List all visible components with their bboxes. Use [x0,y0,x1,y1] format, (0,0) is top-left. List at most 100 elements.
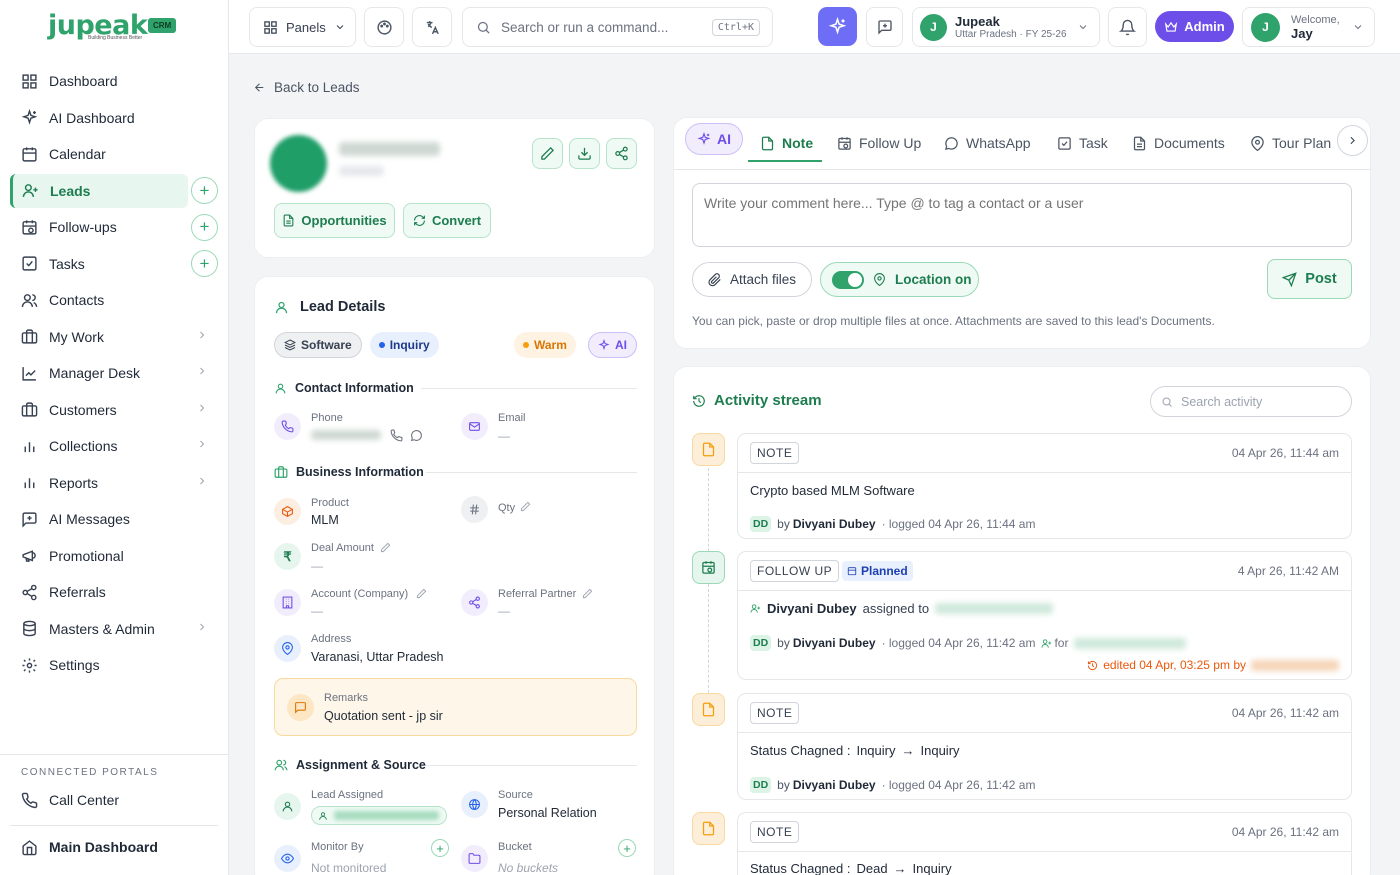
sidebar-item-referrals[interactable]: Referrals [10,575,218,609]
tag-warm[interactable]: Warm [514,332,576,358]
theme-button[interactable] [364,7,404,47]
address-label: Address [311,633,352,645]
back-to-leads-link[interactable]: Back to Leads [253,80,360,95]
activity-item[interactable]: NOTE 04 Apr 26, 11:42 am Status Chagned … [737,693,1352,800]
palette-icon [376,19,392,35]
sidebar-item-label: Referrals [49,584,106,600]
share-icon [461,589,488,616]
briefcase-icon [21,329,38,344]
assignment-line: Divyani Dubey assigned to [750,601,1054,616]
tab-note[interactable]: Note [760,124,813,162]
shortcut-badge: Ctrl+K [711,18,760,36]
pencil-icon[interactable] [582,588,593,599]
remarks-label: Remarks [324,692,369,704]
notifications-button[interactable] [1108,7,1147,47]
tab-documents[interactable]: Documents [1132,124,1225,162]
tab-follow-up[interactable]: Follow Up [837,124,921,162]
product-label: Product [311,497,349,509]
add-monitor-button[interactable]: + [431,839,449,857]
chevron-down-icon [1079,25,1087,30]
sidebar-item-dashboard[interactable]: Dashboard [10,64,218,98]
add-tasks-button[interactable]: + [191,250,218,277]
welcome-text: Welcome, [1291,13,1340,26]
sidebar-item-masters-admin[interactable]: Masters & Admin [10,612,218,646]
calendar-icon [22,146,37,162]
opportunities-button[interactable]: Opportunities [274,203,395,238]
feedback-button[interactable] [866,7,903,47]
tag-software[interactable]: Software [274,332,362,358]
ai-assistant-button[interactable] [818,7,857,46]
briefcase-icon [21,402,38,417]
sidebar-item-main-dashboard[interactable]: Main Dashboard [10,830,218,864]
share-button[interactable] [606,138,637,169]
megaphone-icon [22,550,36,562]
sidebar-item-calendar[interactable]: Calendar [10,137,218,171]
admin-badge[interactable]: Admin [1155,11,1234,42]
translate-button[interactable] [412,7,452,47]
pencil-icon[interactable] [520,501,531,512]
lead-assigned-label: Lead Assigned [311,789,384,801]
activity-item[interactable]: NOTE 04 Apr 26, 11:44 am Crypto based ML… [737,433,1352,539]
tab-task[interactable]: Task [1057,124,1108,162]
sidebar-item-contacts[interactable]: Contacts [10,283,218,317]
sidebar-item-call-center[interactable]: Call Center [10,783,218,817]
activity-item[interactable]: NOTE 04 Apr 26, 11:42 am Status Chagned … [737,812,1352,875]
sidebar-item-collections[interactable]: Collections [10,429,218,463]
sidebar-item-tasks[interactable]: Tasks [10,247,218,281]
sidebar-item-reports[interactable]: Reports [10,466,218,500]
user-icon [275,301,288,313]
pencil-icon[interactable] [416,588,427,599]
edit-button[interactable] [532,138,563,169]
sidebar-item-ai-dashboard[interactable]: AI Dashboard [10,101,218,135]
contact-info-title: Contact Information [274,381,414,395]
activity-time: 04 Apr 26, 11:42 am [1231,825,1339,839]
sidebar-item-my-work[interactable]: My Work [10,320,218,354]
sidebar-item-leads[interactable]: Leads [10,173,188,208]
add-follow-ups-button[interactable]: + [191,213,218,241]
attach-files-button[interactable]: Attach files [692,262,812,297]
folder-icon [461,845,488,872]
command-search[interactable]: Search or run a command... Ctrl+K [462,7,773,47]
location-toggle[interactable]: Location on [820,262,979,297]
layers-icon [284,339,296,351]
add-bucket-button[interactable]: + [618,839,636,857]
phone-icon [274,413,301,440]
tab-ai[interactable]: AI [685,123,743,155]
company-switcher[interactable]: J Jupeak Uttar Pradesh · FY 25-26 [912,7,1100,47]
tag-ai[interactable]: AI [588,332,637,358]
remarks-value: Quotation sent - jp sir [324,709,443,723]
panels-button[interactable]: Panels [249,7,356,47]
tab-tour-plan[interactable]: Tour Plan [1250,124,1331,162]
comment-input[interactable] [692,183,1352,247]
convert-button[interactable]: Convert [403,203,491,238]
author-name: Divyani Dubey [792,517,876,531]
activity-type: FOLLOW UP [750,560,840,582]
user-icon [275,383,286,393]
sidebar-item-settings[interactable]: Settings [10,648,218,682]
activity-item[interactable]: FOLLOW UP Planned 4 Apr 26, 11:42 AM Div… [737,551,1352,680]
activity-search[interactable]: Search activity [1150,386,1352,417]
assigned-user-chip[interactable] [311,806,447,825]
sidebar-item-manager-desk[interactable]: Manager Desk [10,356,218,390]
tabs-scroll-right[interactable] [1337,125,1368,156]
tag-inquiry[interactable]: Inquiry [369,332,439,358]
toggle-switch[interactable] [832,270,864,289]
post-button[interactable]: Post [1267,259,1352,299]
user-icon [319,811,327,820]
dot-icon [523,342,529,348]
sidebar-item-label: Calendar [49,146,106,162]
chevron-right-icon [196,365,208,377]
sidebar-item-customers[interactable]: Customers [10,393,218,427]
add-leads-button[interactable]: + [191,177,218,204]
sidebar-item-follow-ups[interactable]: Follow-ups [10,210,218,244]
call-icon[interactable] [390,429,403,442]
tab-whatsapp[interactable]: WhatsApp [944,124,1031,162]
sidebar-item-ai-messages[interactable]: AI Messages [10,502,218,536]
history-icon [693,394,705,407]
download-button[interactable] [569,138,600,169]
activity-type: NOTE [750,821,800,843]
sidebar-item-promotional[interactable]: Promotional [10,539,218,573]
chat-icon[interactable] [410,429,423,442]
user-menu[interactable]: J Welcome, Jay [1242,7,1375,47]
pencil-icon[interactable] [380,542,391,553]
